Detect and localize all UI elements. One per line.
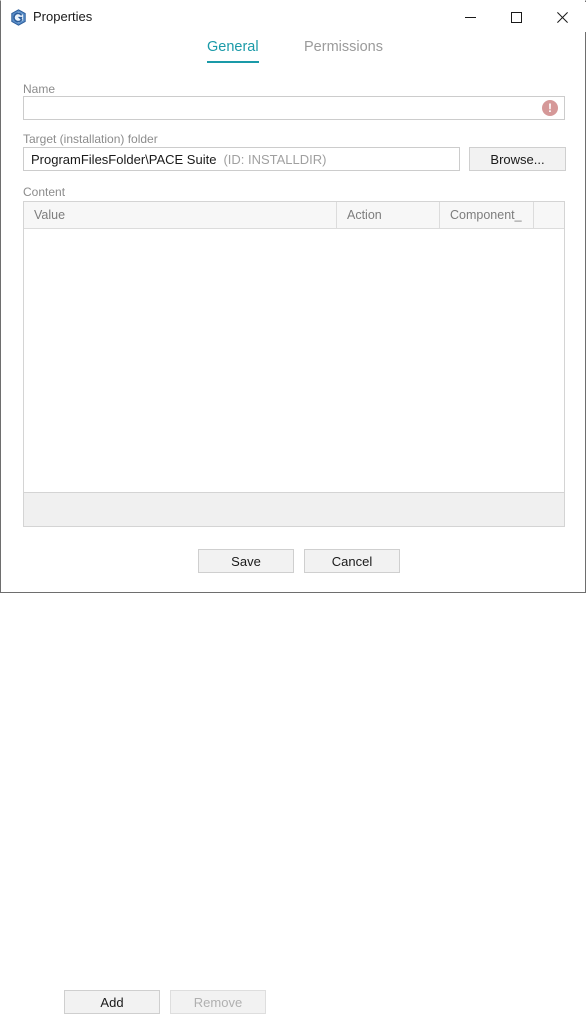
column-header-action[interactable]: Action — [337, 202, 440, 228]
remove-button: Remove — [170, 990, 266, 1014]
close-button[interactable] — [539, 3, 585, 32]
column-header-value[interactable]: Value — [24, 202, 337, 228]
tab-bar: General Permissions — [2, 39, 586, 69]
target-folder-id: (ID: INSTALLDIR) — [223, 151, 327, 167]
content-table-toolbar: Add Remove — [24, 492, 564, 1014]
minimize-button[interactable] — [447, 3, 493, 32]
error-exclamation-icon: ! — [542, 100, 558, 116]
properties-dialog: Properties General Permissions Name ! Ta… — [0, 0, 586, 1014]
browse-button[interactable]: Browse... — [469, 147, 566, 171]
tab-general[interactable]: General — [207, 39, 259, 63]
name-input[interactable] — [23, 96, 565, 120]
target-folder-label: Target (installation) folder — [23, 132, 158, 146]
maximize-icon — [510, 12, 522, 23]
add-button[interactable]: Add — [64, 990, 160, 1014]
column-header-blank[interactable] — [534, 202, 564, 228]
target-folder-input[interactable]: ProgramFilesFolder\PACE Suite (ID: INSTA… — [23, 147, 460, 171]
content-table: Value Action Component_ Add Remove — [23, 201, 565, 1014]
app-hexagon-icon — [10, 9, 27, 26]
save-button[interactable]: Save — [198, 549, 294, 573]
error-glyph: ! — [548, 101, 552, 115]
cancel-button[interactable]: Cancel — [304, 549, 400, 573]
column-header-component[interactable]: Component_ — [440, 202, 534, 228]
content-table-header: Value Action Component_ — [24, 202, 564, 229]
target-folder-path: ProgramFilesFolder\PACE Suite — [31, 151, 217, 167]
name-label: Name — [23, 82, 56, 96]
close-icon — [556, 12, 568, 23]
content-label: Content — [23, 185, 66, 199]
minimize-icon — [464, 17, 476, 18]
maximize-button[interactable] — [493, 3, 539, 32]
window-title: Properties — [33, 9, 93, 24]
tab-permissions[interactable]: Permissions — [304, 39, 383, 61]
title-bar: Properties — [2, 2, 586, 32]
content-table-body[interactable] — [24, 229, 564, 493]
